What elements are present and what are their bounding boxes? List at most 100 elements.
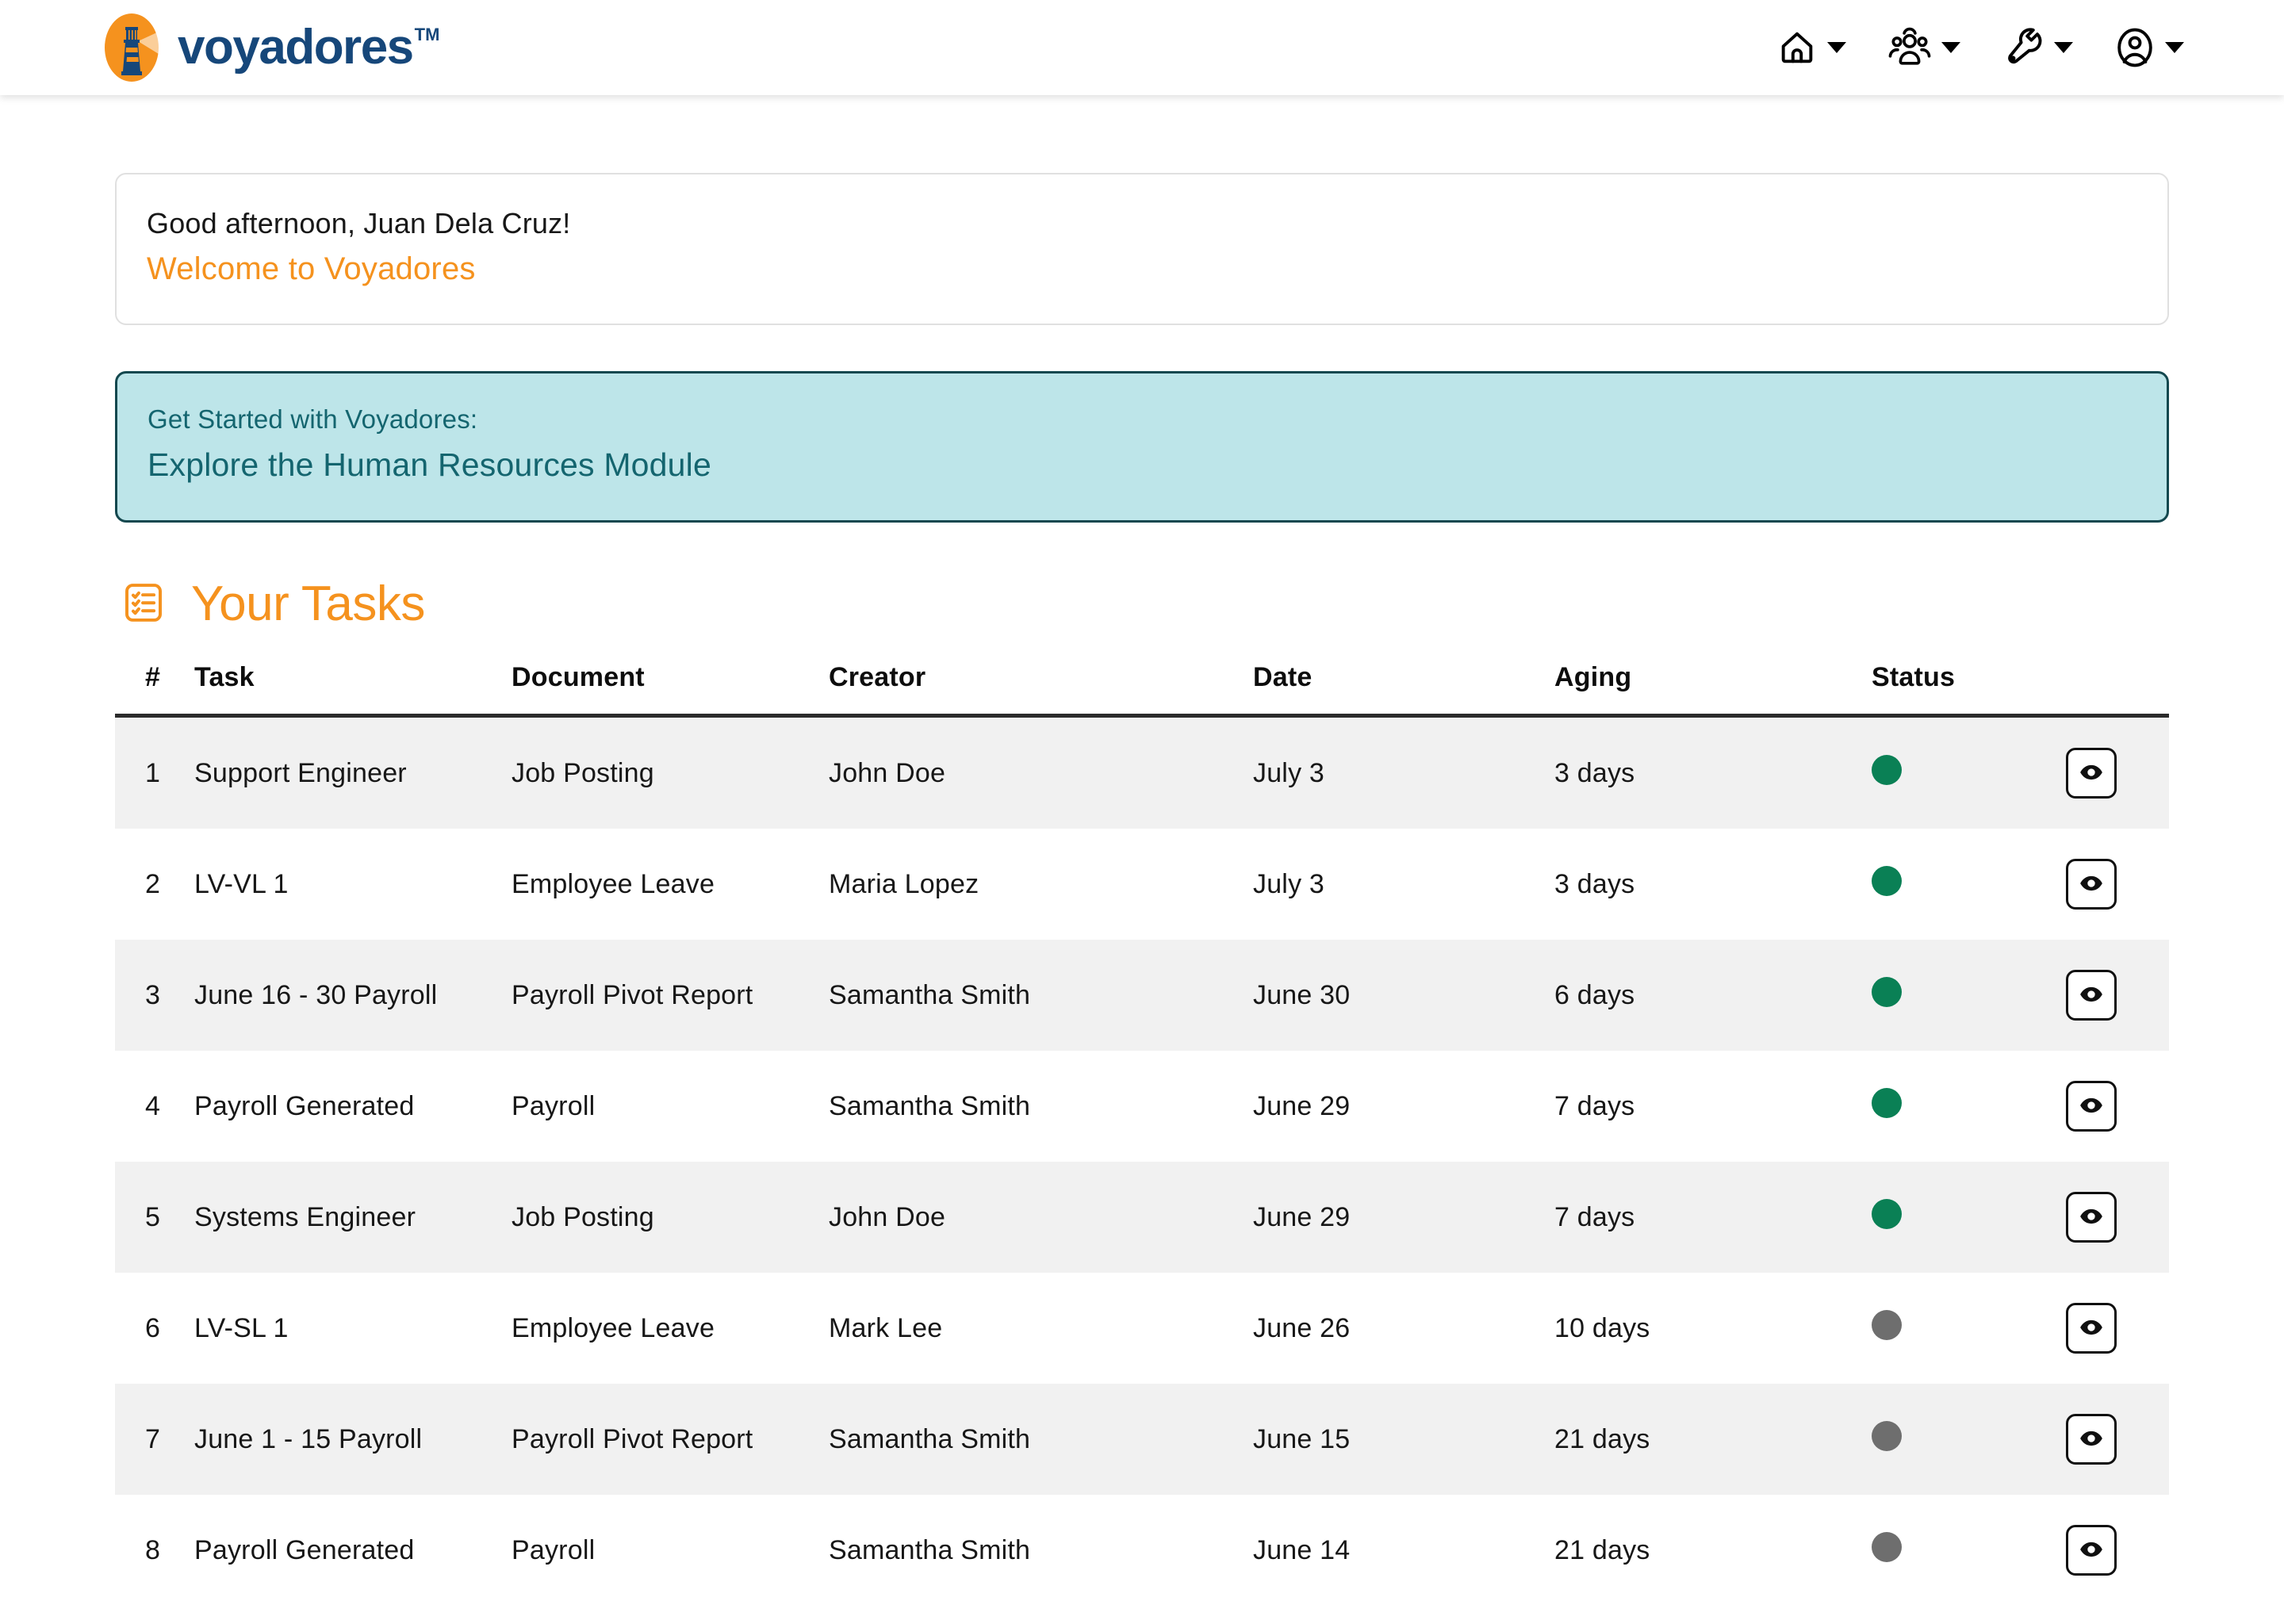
view-row-button[interactable]: [2066, 1081, 2117, 1132]
cell-document: Job Posting: [512, 757, 654, 788]
table-row[interactable]: 7 June 1 - 15 Payroll Payroll Pivot Report…: [115, 1384, 2169, 1496]
column-header-task: Task: [194, 662, 512, 718]
page-title: Your Tasks: [191, 576, 425, 632]
cell-task: LV-VL 1: [194, 868, 289, 899]
cell-number: 7: [145, 1423, 161, 1454]
tasks-table: # Task Document Creator Date Aging Statu…: [115, 662, 2169, 1607]
nav-item-home[interactable]: [1756, 27, 1867, 68]
cell-actions: [2066, 940, 2169, 1051]
eye-icon: [2078, 870, 2105, 899]
cell-actions: [2066, 1384, 2169, 1495]
chevron-down-icon[interactable]: [1941, 42, 1960, 53]
tasks-section-header: Your Tasks: [115, 580, 2169, 629]
view-row-button[interactable]: [2066, 859, 2117, 910]
cell-document: Payroll Pivot Report: [512, 979, 753, 1010]
table-row[interactable]: 4 Payroll Generated Payroll Samantha Smith J…: [115, 1051, 2169, 1162]
cell-date: June 26: [1253, 1312, 1351, 1343]
cell-status: [1872, 940, 2066, 1051]
column-header-status: Status: [1872, 662, 2066, 718]
cell-status: [1872, 1162, 2066, 1273]
eye-icon: [2078, 1425, 2105, 1454]
cell-creator: Mark Lee: [829, 1312, 943, 1343]
chevron-down-icon[interactable]: [2165, 42, 2184, 53]
nav-item-account[interactable]: [2094, 25, 2205, 70]
status-badge: [1872, 1309, 1902, 1340]
cell-actions: [2066, 1051, 2169, 1162]
tasks-table-head: # Task Document Creator Date Aging Statu…: [115, 662, 2169, 718]
table-row[interactable]: 8 Payroll Generated Payroll Samantha Smith J…: [115, 1495, 2169, 1607]
user-circle-icon: [2114, 25, 2156, 70]
chevron-down-icon[interactable]: [2054, 42, 2073, 53]
status-badge: [1872, 865, 1902, 896]
cell-aging: 10 days: [1554, 1312, 1650, 1343]
cell-date: July 3: [1253, 868, 1325, 899]
cell-document: Job Posting: [512, 1201, 654, 1232]
nav-item-tools[interactable]: [1981, 27, 2094, 68]
cell-status: [1872, 829, 2066, 940]
wrench-icon: [2002, 27, 2044, 68]
status-badge: [1872, 754, 1902, 785]
cell-aging: 21 days: [1554, 1423, 1650, 1454]
cell-date: June 29: [1253, 1201, 1351, 1232]
people-group-icon: [1887, 27, 1932, 68]
page-content: Good afternoon, Juan Dela Cruz! Welcome …: [0, 173, 2284, 1624]
cell-aging: 7 days: [1554, 1090, 1635, 1121]
cell-actions: [2066, 716, 2169, 829]
cell-task: Payroll Generated: [194, 1534, 415, 1565]
cell-aging: 3 days: [1554, 757, 1635, 788]
cell-task: Payroll Generated: [194, 1090, 415, 1121]
top-navigation-bar: voyadores TM: [0, 0, 2284, 95]
brand-logo[interactable]: voyadores TM: [103, 13, 439, 82]
view-row-button[interactable]: [2066, 970, 2117, 1021]
eye-icon: [2078, 759, 2105, 788]
get-started-banner[interactable]: Get Started with Voyadores: Explore the …: [115, 371, 2169, 523]
cell-date: June 14: [1253, 1534, 1351, 1565]
checklist-icon: [121, 580, 166, 629]
cell-date: June 30: [1253, 979, 1351, 1010]
cell-creator: Samantha Smith: [829, 1423, 1031, 1454]
cell-number: 2: [145, 868, 161, 899]
cell-status: [1872, 1495, 2066, 1606]
cell-number: 4: [145, 1090, 161, 1121]
cell-creator: Samantha Smith: [829, 979, 1031, 1010]
nav-item-people[interactable]: [1867, 27, 1981, 68]
eye-icon: [2078, 1314, 2105, 1343]
view-row-button[interactable]: [2066, 748, 2117, 799]
cell-actions: [2066, 1273, 2169, 1384]
cell-document: Employee Leave: [512, 868, 715, 899]
nav-icon-group: [1756, 25, 2205, 70]
cell-creator: John Doe: [829, 757, 946, 788]
table-row[interactable]: 1 Support Engineer Job Posting John Doe July…: [115, 715, 2169, 829]
cell-date: June 15: [1253, 1423, 1351, 1454]
cell-creator: Samantha Smith: [829, 1090, 1031, 1121]
table-row[interactable]: 6 LV-SL 1 Employee Leave Mark Lee June 26 10 …: [115, 1273, 2169, 1385]
cell-number: 1: [145, 757, 161, 788]
brand-name: voyadores: [178, 20, 414, 75]
status-badge: [1872, 976, 1902, 1007]
cell-task: Support Engineer: [194, 757, 407, 788]
chevron-down-icon[interactable]: [1827, 42, 1846, 53]
cell-actions: [2066, 829, 2169, 940]
eye-icon: [2078, 1092, 2105, 1121]
cell-status: [1872, 716, 2066, 829]
table-row[interactable]: 2 LV-VL 1 Employee Leave Maria Lopez July 3 3…: [115, 829, 2169, 940]
view-row-button[interactable]: [2066, 1414, 2117, 1465]
table-header-row: # Task Document Creator Date Aging Statu…: [115, 662, 2169, 718]
table-row[interactable]: 3 June 16 - 30 Payroll Payroll Pivot Repor…: [115, 940, 2169, 1051]
status-badge: [1872, 1420, 1902, 1451]
status-badge: [1872, 1531, 1902, 1562]
brand-trademark: TM: [414, 25, 440, 44]
cell-creator: Maria Lopez: [829, 868, 979, 899]
cell-document: Payroll: [512, 1534, 596, 1565]
view-row-button[interactable]: [2066, 1192, 2117, 1243]
column-header-document: Document: [512, 662, 829, 718]
table-row[interactable]: 5 Systems Engineer Job Posting John Doe June…: [115, 1162, 2169, 1274]
cell-aging: 6 days: [1554, 979, 1635, 1010]
view-row-button[interactable]: [2066, 1303, 2117, 1354]
lighthouse-icon: [103, 13, 160, 82]
cell-number: 8: [145, 1534, 161, 1565]
cell-status: [1872, 1273, 2066, 1384]
view-row-button[interactable]: [2066, 1525, 2117, 1576]
banner-eyebrow: Get Started with Voyadores:: [148, 404, 478, 435]
eye-icon: [2078, 1536, 2105, 1565]
